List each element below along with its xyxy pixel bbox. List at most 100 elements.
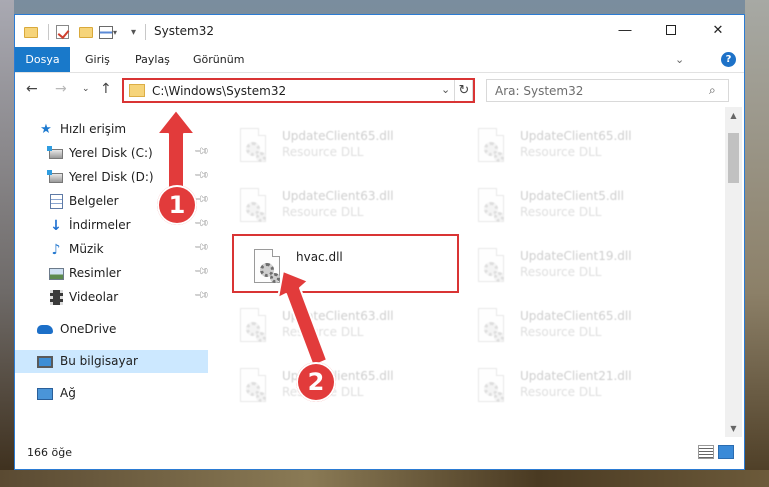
- dll-file-icon: [236, 308, 270, 348]
- explorer-window: ▾ ▾ System32 ― ✕ Dosya Giriş Paylaş Görü…: [14, 14, 745, 470]
- pictures-icon: [48, 266, 64, 281]
- desktop-background-right: [745, 0, 769, 487]
- qa-customize-icon[interactable]: ▾: [99, 23, 117, 41]
- file-name: UpdateClient65.dll: [520, 309, 632, 323]
- step-2-callout: 2: [296, 362, 336, 402]
- file-type: Resource DLL: [520, 205, 602, 219]
- file-name: UpdateClient65.dll: [282, 129, 394, 143]
- sidebar-item-label: Yerel Disk (C:): [69, 146, 153, 160]
- file-name: UpdateClient63.dll: [282, 189, 394, 203]
- sidebar-item-pictures[interactable]: Resimler 📌︎: [15, 262, 210, 285]
- file-item[interactable]: UpdateClient63.dll Resource DLL: [224, 300, 454, 354]
- onedrive-icon: [37, 322, 53, 337]
- file-item[interactable]: UpdateClient65.dll Resource DLL: [462, 120, 692, 174]
- file-item[interactable]: UpdateClient21.dll Resource DLL: [462, 360, 692, 414]
- file-type: Resource DLL: [282, 325, 364, 339]
- file-name: hvac.dll: [296, 250, 343, 264]
- qa-separator: [145, 23, 146, 41]
- close-button[interactable]: ✕: [695, 15, 741, 45]
- sidebar-item-label: Ağ: [60, 386, 76, 400]
- pin-icon[interactable]: 📌︎: [193, 263, 210, 280]
- sidebar-item-label: OneDrive: [60, 322, 117, 336]
- tab-share[interactable]: Paylaş: [123, 47, 182, 72]
- sidebar-item-label: Videolar: [69, 290, 119, 304]
- sidebar-item-network[interactable]: Ağ: [15, 382, 208, 405]
- pin-icon[interactable]: 📌︎: [193, 143, 210, 160]
- address-dropdown-chevron-icon[interactable]: ⌄: [441, 83, 450, 96]
- window-folder-icon: [24, 23, 38, 41]
- details-view-icon[interactable]: [698, 445, 714, 459]
- dll-file-icon: [474, 128, 508, 168]
- dll-file-icon: [236, 368, 270, 408]
- file-type: Resource DLL: [282, 145, 364, 159]
- pin-icon[interactable]: 📌︎: [193, 239, 210, 256]
- refresh-icon[interactable]: ↻: [454, 80, 473, 101]
- this-pc-icon: [37, 354, 53, 369]
- file-item[interactable]: UpdateClient19.dll Resource DLL: [462, 240, 692, 294]
- search-box[interactable]: Ara: System32 ⌕: [486, 79, 729, 102]
- qa-dropdown-icon[interactable]: ▾: [131, 23, 136, 41]
- file-type: Resource DLL: [520, 265, 602, 279]
- file-item[interactable]: UpdateClient65.dll Resource DLL: [462, 300, 692, 354]
- large-icons-view-icon[interactable]: [718, 445, 734, 459]
- network-icon: [37, 386, 53, 401]
- sidebar-item-this-pc[interactable]: Bu bilgisayar: [15, 350, 208, 373]
- file-name: UpdateClient21.dll: [520, 369, 632, 383]
- sidebar-item-videos[interactable]: Videolar 📌︎: [15, 286, 210, 309]
- pin-icon[interactable]: 📌︎: [193, 215, 210, 232]
- sidebar-item-label: Belgeler: [69, 194, 119, 208]
- dll-file-icon: [236, 188, 270, 228]
- folder-icon: [129, 84, 145, 97]
- tab-file[interactable]: Dosya: [15, 47, 70, 72]
- file-type: Resource DLL: [520, 145, 602, 159]
- download-icon: ↓: [50, 217, 62, 234]
- forward-arrow-icon[interactable]: →: [55, 81, 67, 97]
- back-arrow-icon[interactable]: ←: [26, 81, 38, 97]
- navigation-pane: ★ Hızlı erişim Yerel Disk (C:) 📌︎ Yerel …: [15, 107, 210, 437]
- search-placeholder[interactable]: Ara: System32: [495, 84, 583, 98]
- dll-file-icon: [236, 128, 270, 168]
- file-item[interactable]: UpdateClient65.dll Resource DLL: [224, 360, 454, 414]
- sidebar-item-label: Resimler: [69, 266, 122, 280]
- vertical-scrollbar[interactable]: ▲ ▼: [725, 107, 742, 437]
- sidebar-item-label: Yerel Disk (D:): [69, 170, 154, 184]
- help-icon[interactable]: ?: [721, 52, 736, 67]
- drive-icon: [47, 169, 64, 185]
- file-item[interactable]: UpdateClient63.dll Resource DLL: [224, 180, 454, 234]
- address-path[interactable]: C:\Windows\System32: [152, 84, 286, 98]
- sidebar-item-label: Müzik: [69, 242, 104, 256]
- navigation-bar: ← → ⌄ ↑ C:\Windows\System32 ⌄ ↻ Ara: Sys…: [15, 73, 744, 107]
- tab-home[interactable]: Giriş: [73, 47, 122, 72]
- pin-icon[interactable]: 📌︎: [193, 167, 210, 184]
- scroll-up-arrow-icon[interactable]: ▲: [725, 107, 742, 124]
- pin-icon[interactable]: 📌︎: [193, 287, 210, 304]
- scroll-down-arrow-icon[interactable]: ▼: [725, 420, 742, 437]
- sidebar-item-music[interactable]: ♪ Müzik 📌︎: [15, 238, 210, 261]
- sidebar-item-label: Bu bilgisayar: [60, 354, 138, 368]
- sidebar-item-quick-access[interactable]: ★ Hızlı erişim: [15, 118, 208, 141]
- tab-view[interactable]: Görünüm: [181, 47, 256, 72]
- title-bar: ▾ ▾ System32 ― ✕: [15, 15, 744, 47]
- dll-file-icon: [250, 249, 284, 289]
- maximize-button[interactable]: [648, 15, 694, 45]
- close-icon: ✕: [712, 22, 724, 38]
- file-item[interactable]: UpdateClient65.dll Resource DLL: [224, 120, 454, 174]
- sidebar-item-label: İndirmeler: [69, 218, 131, 232]
- sidebar-item-onedrive[interactable]: OneDrive: [15, 318, 208, 341]
- sidebar-item-local-disk-c[interactable]: Yerel Disk (C:) 📌︎: [15, 142, 210, 165]
- recent-locations-chevron-icon[interactable]: ⌄: [82, 84, 90, 94]
- dll-file-icon: [474, 248, 508, 288]
- up-arrow-icon[interactable]: ↑: [100, 81, 112, 97]
- scrollbar-thumb[interactable]: [728, 133, 739, 183]
- expand-ribbon-chevron-icon[interactable]: ⌄: [675, 53, 684, 66]
- file-name: UpdateClient63.dll: [282, 309, 394, 323]
- file-item[interactable]: UpdateClient5.dll Resource DLL: [462, 180, 692, 234]
- documents-icon: [48, 194, 64, 209]
- address-bar[interactable]: C:\Windows\System32 ⌄ ↻: [122, 79, 473, 102]
- file-name: UpdateClient65.dll: [520, 129, 632, 143]
- videos-icon: [48, 290, 64, 305]
- qa-new-folder-icon[interactable]: [79, 23, 93, 41]
- file-item-hvac-dll[interactable]: hvac.dll: [238, 241, 468, 295]
- minimize-button[interactable]: ―: [602, 15, 648, 45]
- qa-properties-check-icon[interactable]: [56, 23, 69, 41]
